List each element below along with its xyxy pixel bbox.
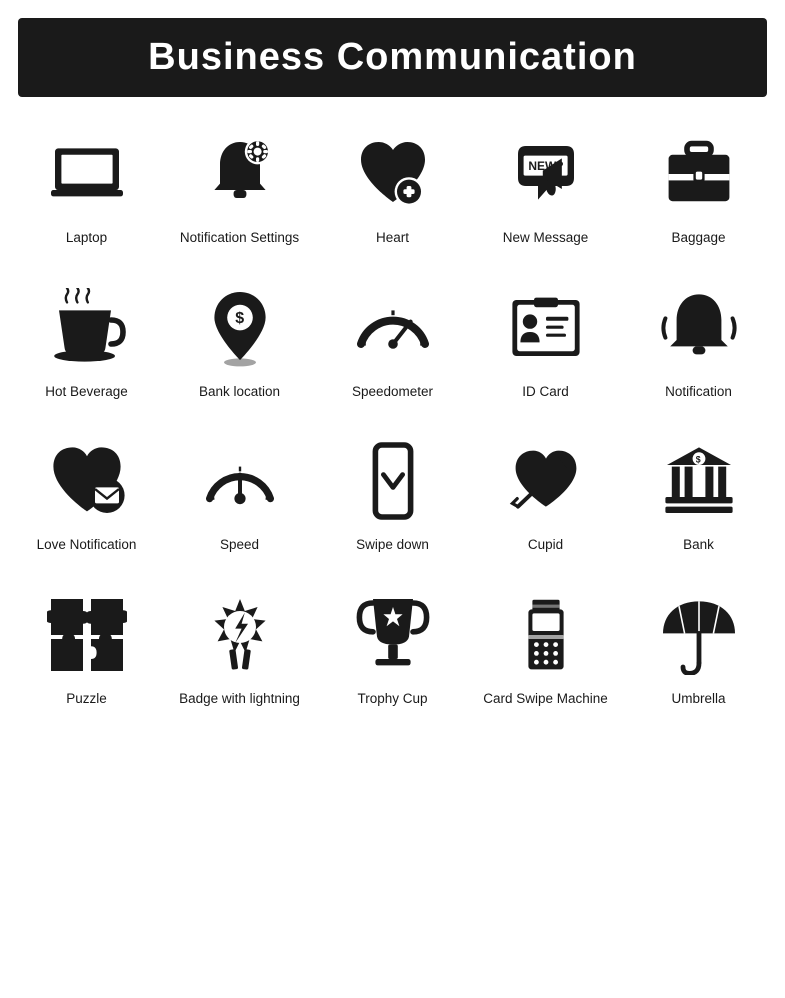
icon-item-laptop: Laptop [10,107,163,261]
icon-item-speed: Speed [163,414,316,568]
svg-text:$: $ [695,455,700,465]
notification-icon [654,283,744,373]
badge-lightning-label: Badge with lightning [179,690,300,708]
icon-item-puzzle: Puzzle [10,568,163,722]
icon-item-love-notification: Love Notification [10,414,163,568]
puzzle-label: Puzzle [66,690,107,708]
bank-icon: $ [654,436,744,526]
baggage-icon [654,129,744,219]
speedometer-label: Speedometer [352,383,433,401]
card-swipe-machine-icon [501,590,591,680]
laptop-icon [42,129,132,219]
icon-item-notification: Notification [622,261,775,415]
heart-label: Heart [376,229,409,247]
badge-with-lightning-icon [195,590,285,680]
icon-item-trophy-cup: Trophy Cup [316,568,469,722]
icon-item-bank-location: $ Bank location [163,261,316,415]
icon-item-id-card: ID Card [469,261,622,415]
icon-item-card-swipe-machine: Card Swipe Machine [469,568,622,722]
swipe-down-icon [348,436,438,526]
svg-text:$: $ [235,310,244,327]
icon-item-badge-lightning: Badge with lightning [163,568,316,722]
new-message-icon: NEW? [501,129,591,219]
bank-location-icon: $ [195,283,285,373]
heart-icon [348,129,438,219]
new-message-label: New Message [503,229,589,247]
trophy-cup-label: Trophy Cup [357,690,427,708]
card-swipe-machine-label: Card Swipe Machine [483,690,608,708]
bank-location-label: Bank location [199,383,280,401]
umbrella-icon [654,590,744,680]
love-notification-label: Love Notification [37,536,137,554]
cupid-icon [501,436,591,526]
icon-item-swipe-down: Swipe down [316,414,469,568]
notification-label: Notification [665,383,732,401]
page-title: Business Communication [38,36,747,79]
id-card-label: ID Card [522,383,569,401]
id-card-icon [501,283,591,373]
bank-label: Bank [683,536,714,554]
icon-item-cupid: Cupid [469,414,622,568]
icon-item-new-message: NEW? New Message [469,107,622,261]
icon-item-baggage: Baggage [622,107,775,261]
cupid-label: Cupid [528,536,563,554]
laptop-label: Laptop [66,229,107,247]
swipe-down-label: Swipe down [356,536,429,554]
trophy-cup-icon [348,590,438,680]
icon-item-speedometer: Speedometer [316,261,469,415]
icon-item-hot-beverage: Hot Beverage [10,261,163,415]
speedometer-icon [348,283,438,373]
love-notification-icon [42,436,132,526]
notification-settings-label: Notification Settings [180,229,299,247]
hot-beverage-icon [42,283,132,373]
speed-icon [195,436,285,526]
umbrella-label: Umbrella [671,690,725,708]
icon-item-heart: Heart [316,107,469,261]
icon-item-bank: $ Bank [622,414,775,568]
speed-label: Speed [220,536,259,554]
baggage-label: Baggage [671,229,725,247]
icon-grid: Laptop Notification Setting [0,97,785,731]
notification-settings-icon [195,129,285,219]
icon-item-notification-settings: Notification Settings [163,107,316,261]
page-header: Business Communication [18,18,767,97]
icon-item-umbrella: Umbrella [622,568,775,722]
hot-beverage-label: Hot Beverage [45,383,128,401]
puzzle-icon [42,590,132,680]
